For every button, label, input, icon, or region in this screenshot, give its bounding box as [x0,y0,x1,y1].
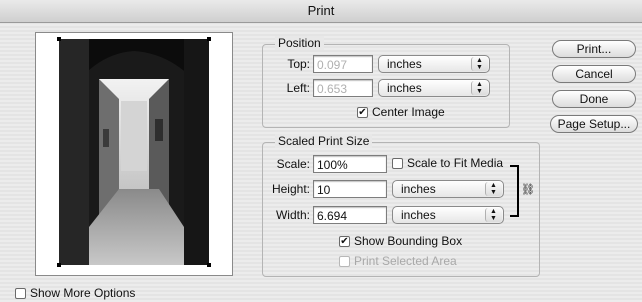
scale-input[interactable]: 100% [313,155,387,173]
preview-handle-bl[interactable] [57,263,61,267]
page-setup-button[interactable]: Page Setup... [550,115,638,133]
width-label: Width: [275,208,310,222]
show-bounding-box-checkbox[interactable]: ✔ [339,236,350,247]
popup-arrows-icon: ▲ ▼ [485,208,502,222]
left-unit-select[interactable]: inches ▲ ▼ [378,79,490,97]
center-image-checkbox[interactable]: ✔ [357,107,368,118]
top-unit-value: inches [387,57,422,71]
top-unit-select[interactable]: inches ▲ ▼ [378,55,490,73]
scale-to-fit-checkbox[interactable] [392,158,403,169]
popup-arrows-icon: ▲ ▼ [471,81,488,95]
left-input[interactable]: 0.653 [313,79,373,97]
done-button[interactable]: Done [552,90,636,108]
show-bounding-box-label: Show Bounding Box [354,234,463,248]
preview-photo [59,39,209,265]
proportion-bracket [510,165,519,217]
height-unit-select[interactable]: inches ▲ ▼ [392,180,504,198]
popup-arrows-icon: ▲ ▼ [485,182,502,196]
width-input[interactable]: 6.694 [313,206,387,224]
show-more-options-checkbox[interactable] [15,288,26,299]
scale-to-fit-label: Scale to Fit Media [407,156,504,170]
show-more-options-label: Show More Options [30,286,136,300]
window-title: Print [0,0,642,23]
left-label: Left: [286,81,310,95]
height-label: Height: [271,182,310,196]
top-input[interactable]: 0.097 [313,55,373,73]
width-unit-select[interactable]: inches ▲ ▼ [392,206,504,224]
checkmark-icon: ✔ [358,107,367,118]
preview-handle-tr[interactable] [207,37,211,41]
scaled-group-label: Scaled Print Size [275,134,373,148]
print-selected-area-label: Print Selected Area [354,254,457,268]
scale-label: Scale: [276,157,310,171]
height-input[interactable]: 10 [313,180,387,198]
print-button[interactable]: Print... [552,40,636,58]
left-unit-value: inches [387,81,422,95]
print-selected-area-checkbox[interactable] [339,256,350,267]
center-image-label: Center Image [372,105,445,119]
checkmark-icon: ✔ [340,236,349,247]
height-unit-value: inches [401,182,436,196]
position-group-label: Position [275,36,324,50]
cancel-button[interactable]: Cancel [552,65,636,83]
width-unit-value: inches [401,208,436,222]
chain-link-icon[interactable]: ⛓ [521,183,535,196]
preview-handle-tl[interactable] [57,37,61,41]
top-label: Top: [287,57,310,71]
popup-arrows-icon: ▲ ▼ [471,57,488,71]
preview-handle-br[interactable] [207,263,211,267]
